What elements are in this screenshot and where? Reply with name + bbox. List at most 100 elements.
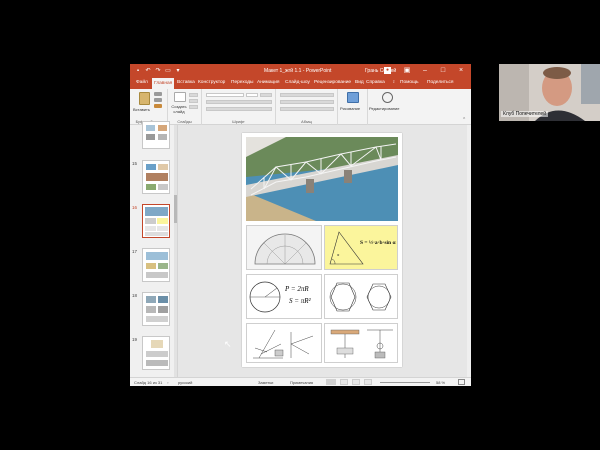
slide-thumbnail-pane: 15 16 17 18 19: [130, 121, 178, 377]
group-font: Шрифт: [202, 89, 276, 125]
group-slides: Создать слайд Слайды: [168, 89, 202, 125]
format-painter-icon[interactable]: [154, 104, 162, 108]
font-style-row[interactable]: [206, 100, 272, 104]
customize-quick-access-icon[interactable]: ▾: [174, 67, 182, 75]
slide-thumbnail-18[interactable]: [142, 292, 170, 326]
editing-button[interactable]: Редактирование: [369, 106, 399, 111]
minimize-icon[interactable]: –: [420, 66, 430, 76]
bridge-model-image[interactable]: [246, 137, 398, 221]
collapse-ribbon-icon[interactable]: ⌃: [462, 117, 466, 123]
reading-view-icon[interactable]: [352, 379, 360, 385]
hexagons-diagram[interactable]: [324, 274, 398, 319]
section-button[interactable]: [189, 105, 198, 109]
notes-button[interactable]: Заметки: [258, 380, 273, 385]
triangle-area-formula: S = ½·a·b·sin α: [360, 240, 396, 246]
ribbon-display-icon[interactable]: ▣: [402, 66, 412, 76]
font-effects-row[interactable]: [206, 107, 272, 111]
tab-animations[interactable]: Анимация: [257, 80, 280, 85]
close-icon[interactable]: ×: [456, 66, 466, 76]
help-search[interactable]: Помощь: [400, 80, 419, 85]
participant-name: Клуб Попечителей: [501, 111, 549, 117]
group-drawing: Рисование: [338, 89, 368, 125]
tab-transitions[interactable]: Переходы: [231, 80, 254, 85]
user-avatar-icon[interactable]: ●: [384, 67, 391, 74]
reset-button[interactable]: [189, 99, 198, 103]
current-slide[interactable]: α S = ½·a·b·sin α P = 2πR S = πR²: [242, 133, 402, 367]
slide-counter: Слайд 16 из 31: [134, 380, 163, 385]
copy-icon[interactable]: [154, 98, 162, 102]
maximize-icon[interactable]: □: [438, 66, 448, 76]
new-slide-button[interactable]: Создать слайд: [170, 104, 188, 114]
status-bar: Слайд 16 из 31 ▫ русский Заметки Примеча…: [130, 377, 471, 386]
slide-number: 15: [132, 161, 138, 166]
language-indicator[interactable]: русский: [178, 380, 192, 385]
slide-number: 17: [132, 249, 138, 254]
cut-icon[interactable]: [154, 92, 162, 96]
slide-edit-area: α S = ½·a·b·sin α P = 2πR S = πR²: [178, 125, 471, 377]
window-title: Макет 1_жгй 1.1 - PowerPoint: [264, 68, 332, 74]
webcam-video: Клуб Попечителей: [499, 64, 600, 121]
tab-insert[interactable]: Вставка: [177, 80, 195, 85]
lightbulb-icon[interactable]: ♀: [392, 80, 396, 85]
tab-slideshow[interactable]: Слайд-шоу: [285, 80, 310, 85]
undo-icon[interactable]: ↶: [144, 67, 152, 75]
slide-number: 16: [132, 205, 138, 210]
save-icon[interactable]: ▪: [134, 67, 142, 75]
fit-slide-icon[interactable]: [458, 379, 465, 385]
new-slide-icon[interactable]: [174, 92, 186, 102]
comments-button[interactable]: Примечания: [290, 380, 313, 385]
title-bar: ▪ ↶ ↷ ▭ ▾ Макет 1_жгй 1.1 - PowerPoint Г…: [130, 64, 471, 78]
slide-thumbnail-14[interactable]: [142, 121, 170, 149]
ribbon-tabs: Файл Главная Вставка Конструктор Переход…: [130, 78, 471, 89]
tab-design[interactable]: Конструктор: [198, 80, 225, 85]
layout-button[interactable]: [189, 93, 198, 97]
slide-thumbnail-15[interactable]: [142, 160, 170, 194]
zoom-slider[interactable]: [380, 382, 430, 383]
shapes-icon[interactable]: [347, 92, 359, 103]
thumbnail-scrollbar-thumb[interactable]: [174, 195, 177, 223]
tab-help[interactable]: Справка: [366, 80, 385, 85]
font-label: Шрифт: [232, 120, 245, 124]
group-editing: Редактирование: [368, 89, 408, 125]
ribbon: Вставить Буфер обмена Создать слайд Слай…: [130, 89, 471, 125]
redo-icon[interactable]: ↷: [154, 67, 162, 75]
slide-number: 19: [132, 337, 138, 342]
align-buttons-row[interactable]: [280, 100, 334, 104]
share-button[interactable]: Поделиться: [427, 80, 454, 85]
slide-thumbnail-17[interactable]: [142, 248, 170, 282]
font-size-select[interactable]: [246, 93, 258, 97]
paste-icon[interactable]: [139, 92, 150, 105]
edit-area-scrollbar[interactable]: [467, 125, 471, 377]
triangle-area-formula-card[interactable]: α S = ½·a·b·sin α: [324, 225, 398, 270]
thumbnail-scrollbar[interactable]: [174, 125, 177, 377]
zoom-level[interactable]: 58 %: [436, 380, 445, 385]
protractor-image[interactable]: [246, 225, 322, 270]
circle-perimeter-formula: P = 2πR: [285, 285, 309, 293]
font-grow-button[interactable]: [260, 93, 272, 97]
accessibility-icon[interactable]: ▫: [167, 380, 168, 385]
list-buttons-row[interactable]: [280, 93, 334, 97]
force-diagram-right[interactable]: [324, 323, 398, 363]
find-icon[interactable]: [382, 92, 393, 103]
mouse-cursor-icon: ↖: [224, 339, 232, 349]
tab-file[interactable]: Файл: [136, 80, 148, 85]
text-direction-row[interactable]: [280, 107, 334, 111]
slide-number: 18: [132, 293, 138, 298]
slide-thumbnail-16[interactable]: [142, 204, 170, 238]
slide-thumbnail-19[interactable]: [142, 336, 170, 370]
circle-formula-card[interactable]: P = 2πR S = πR²: [246, 274, 322, 319]
slide-sorter-icon[interactable]: [340, 379, 348, 385]
group-clipboard: Вставить Буфер обмена: [130, 89, 168, 125]
user-name[interactable]: Грань Сергей: [365, 68, 396, 74]
force-diagram-left[interactable]: [246, 323, 322, 363]
powerpoint-window: ▪ ↶ ↷ ▭ ▾ Макет 1_жгй 1.1 - PowerPoint Г…: [130, 64, 471, 386]
tab-review[interactable]: Рецензирование: [314, 80, 351, 85]
slideshow-view-icon[interactable]: [364, 379, 372, 385]
normal-view-icon[interactable]: [326, 379, 336, 385]
start-slideshow-icon[interactable]: ▭: [164, 67, 172, 75]
paste-button[interactable]: Вставить: [133, 107, 150, 112]
font-name-select[interactable]: [206, 93, 244, 97]
drawing-button[interactable]: Рисование: [340, 106, 360, 111]
tab-home[interactable]: Главная: [152, 78, 175, 89]
tab-view[interactable]: Вид: [355, 80, 364, 85]
